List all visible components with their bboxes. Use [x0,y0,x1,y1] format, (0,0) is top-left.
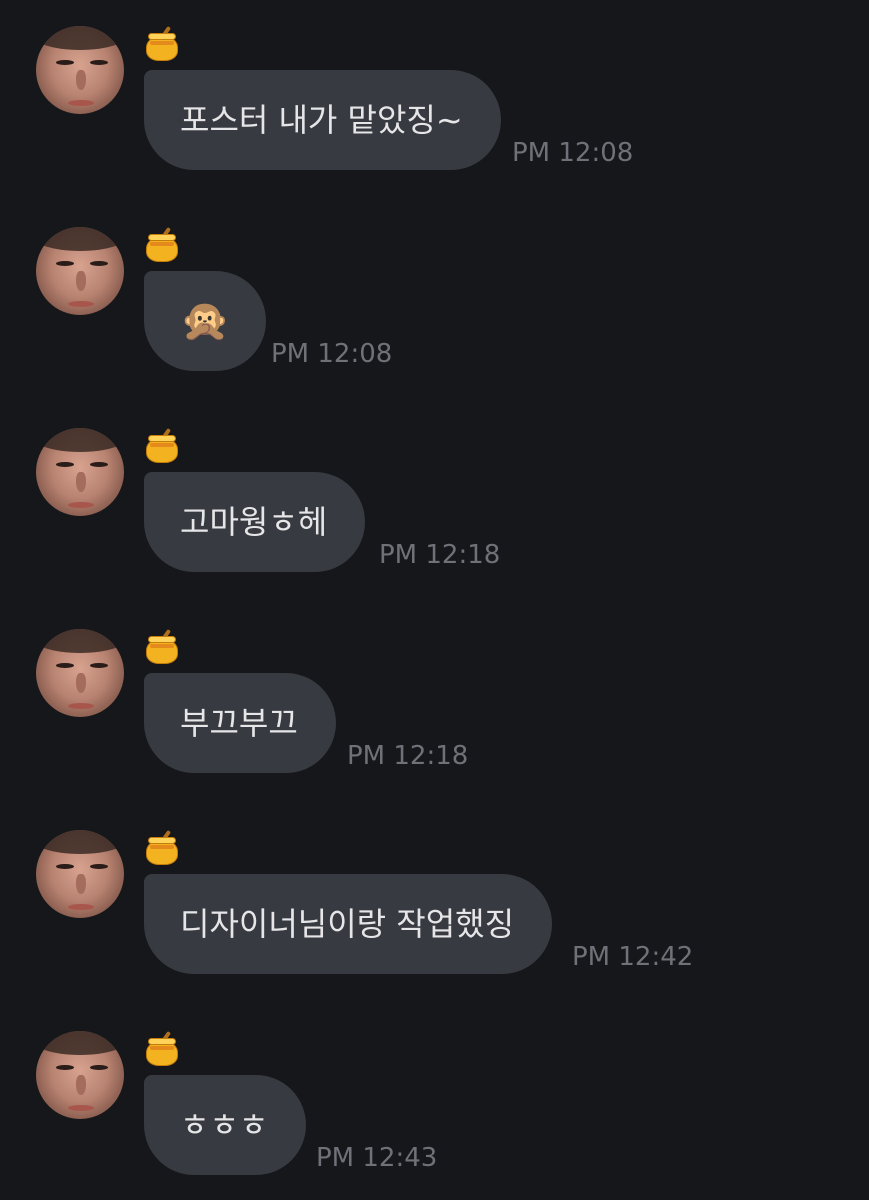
honey-drip [150,644,174,648]
chat-message: 🙊 PM 12:08 [0,201,869,371]
honey-pot-rim [148,1038,176,1045]
avatar-eye [56,60,74,65]
message-timestamp: PM 12:08 [271,339,393,369]
sender-avatar[interactable] [36,26,124,114]
avatar-eye [90,60,108,65]
honey-pot-icon [144,628,180,665]
avatar-nose [76,472,86,492]
sender-avatar[interactable] [36,428,124,516]
honey-drip [150,41,174,45]
avatar-hair [36,428,124,452]
sender-avatar[interactable] [36,830,124,918]
avatar-eye [56,1065,74,1070]
avatar-hair [36,227,124,251]
avatar-mouth [68,502,94,508]
message-timestamp: PM 12:43 [316,1143,438,1173]
avatar-nose [76,70,86,90]
honey-pot-icon [144,226,180,263]
message-timestamp: PM 12:08 [512,138,634,168]
honey-pot-icon [144,25,180,62]
avatar-eye [90,663,108,668]
message-timestamp: PM 12:18 [379,540,501,570]
honey-drip [150,443,174,447]
sender-avatar[interactable] [36,1031,124,1119]
avatar-eye [90,864,108,869]
avatar-hair [36,629,124,653]
avatar-mouth [68,703,94,709]
message-bubble[interactable]: 디자이너님이랑 작업했징 [144,874,553,974]
avatar-eye [56,663,74,668]
honey-drip [150,1046,174,1050]
avatar-hair [36,26,124,50]
honey-pot-rim [148,33,176,40]
avatar-eye [56,864,74,869]
message-bubble[interactable]: 포스터 내가 맡았징~ [144,70,501,170]
message-bubble[interactable]: 부끄부끄 [144,673,336,773]
avatar-eye [56,462,74,467]
avatar-nose [76,874,86,894]
chat-message: 디자이너님이랑 작업했징 PM 12:42 [0,804,869,974]
chat-message: 포스터 내가 맡았징~ PM 12:08 [0,0,869,170]
chat-message: ㅎㅎㅎ PM 12:43 [0,1005,869,1175]
honey-pot-icon [144,427,180,464]
message-timestamp: PM 12:18 [347,741,469,771]
message-timestamp: PM 12:42 [572,942,694,972]
chat-message: 고마웡ㅎ헤 PM 12:18 [0,402,869,572]
honey-pot-rim [148,435,176,442]
honey-drip [150,845,174,849]
message-bubble[interactable]: ㅎㅎㅎ [144,1075,307,1175]
avatar-mouth [68,100,94,106]
avatar-hair [36,830,124,854]
avatar-mouth [68,904,94,910]
avatar-nose [76,1075,86,1095]
avatar-eye [56,261,74,266]
honey-pot-rim [148,234,176,241]
avatar-hair [36,1031,124,1055]
avatar-eye [90,1065,108,1070]
avatar-eye [90,261,108,266]
chat-view: 포스터 내가 맡았징~ PM 12:08 🙊 PM 12:08 고마웡ㅎ헤 PM… [0,0,869,1200]
message-bubble[interactable]: 고마웡ㅎ헤 [144,472,366,572]
avatar-mouth [68,301,94,307]
avatar-nose [76,673,86,693]
avatar-eye [90,462,108,467]
sender-avatar[interactable] [36,629,124,717]
honey-pot-icon [144,829,180,866]
chat-message: 부끄부끄 PM 12:18 [0,603,869,773]
avatar-nose [76,271,86,291]
honey-pot-rim [148,837,176,844]
sender-avatar[interactable] [36,227,124,315]
honey-pot-rim [148,636,176,643]
honey-drip [150,242,174,246]
avatar-mouth [68,1105,94,1111]
honey-pot-icon [144,1030,180,1067]
message-bubble[interactable]: 🙊 [144,271,266,371]
